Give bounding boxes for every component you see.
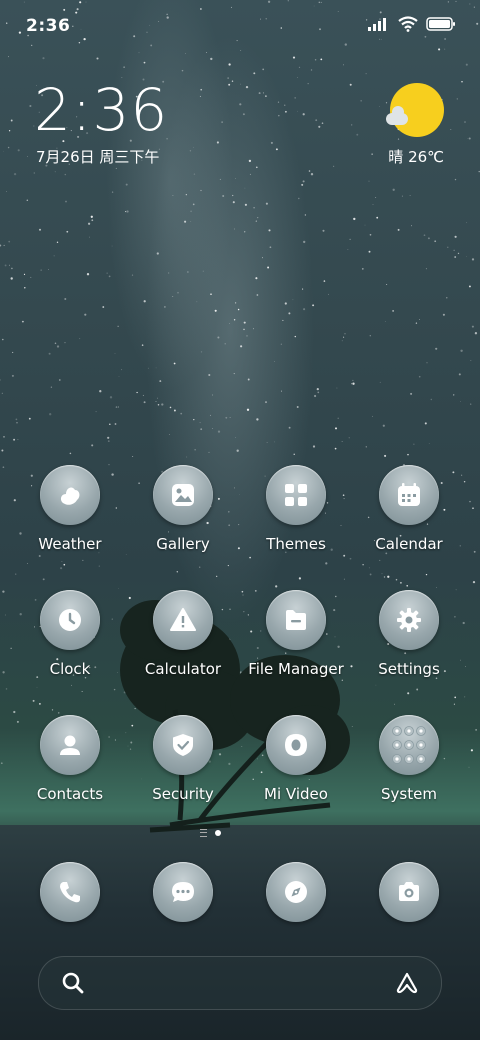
app-label: Calendar xyxy=(375,535,443,553)
search-icon[interactable] xyxy=(61,971,85,995)
app-label: Contacts xyxy=(36,785,104,803)
app-label: Weather xyxy=(38,535,102,553)
contacts-icon xyxy=(40,715,100,775)
themes-icon xyxy=(266,465,326,525)
security-icon xyxy=(153,715,213,775)
app-clock[interactable]: Clock xyxy=(15,590,125,678)
current-page-dot xyxy=(215,830,221,836)
mi-video-icon xyxy=(266,715,326,775)
battery-icon xyxy=(426,17,455,31)
app-gallery[interactable]: Gallery xyxy=(128,465,238,553)
dock-browser[interactable] xyxy=(241,862,351,922)
status-bar: 2:36 xyxy=(0,0,480,50)
clock-widget-date: 7月26日 周三下午 xyxy=(36,148,160,166)
camera-icon xyxy=(379,862,439,922)
app-label: Clock xyxy=(49,660,91,678)
calendar-icon xyxy=(379,465,439,525)
signal-icon xyxy=(368,18,386,31)
clock-icon xyxy=(40,590,100,650)
app-security[interactable]: Security xyxy=(128,715,238,803)
page-indicator[interactable] xyxy=(200,829,221,837)
file-manager-icon xyxy=(266,590,326,650)
dock-camera[interactable] xyxy=(354,862,464,922)
app-label: File Manager xyxy=(248,660,344,678)
browser-icon xyxy=(266,862,326,922)
app-label: Themes xyxy=(266,535,326,553)
app-calculator[interactable]: Calculator xyxy=(128,590,238,678)
assistant-icon[interactable] xyxy=(395,971,419,995)
weather-icon xyxy=(40,465,100,525)
wifi-icon xyxy=(398,16,418,32)
system-folder-icon xyxy=(379,715,439,775)
messages-icon xyxy=(153,862,213,922)
app-label: Calculator xyxy=(144,660,222,678)
dock-messages[interactable] xyxy=(128,862,238,922)
app-file-manager[interactable]: File Manager xyxy=(241,590,351,678)
settings-icon xyxy=(379,590,439,650)
app-mi-video[interactable]: Mi Video xyxy=(241,715,351,803)
dock-phone[interactable] xyxy=(15,862,125,922)
calculator-icon xyxy=(153,590,213,650)
search-bar[interactable] xyxy=(38,956,442,1010)
sunny-cloud-icon[interactable] xyxy=(386,83,444,137)
app-label: Mi Video xyxy=(264,785,328,803)
app-calendar[interactable]: Calendar xyxy=(354,465,464,553)
app-themes[interactable]: Themes xyxy=(241,465,351,553)
app-label: Settings xyxy=(378,660,440,678)
weather-widget-text: 晴 26℃ xyxy=(388,148,444,166)
phone-icon xyxy=(40,862,100,922)
gallery-icon xyxy=(153,465,213,525)
clock-widget-time[interactable]: 2:36 xyxy=(34,80,168,140)
app-contacts[interactable]: Contacts xyxy=(15,715,125,803)
app-drawer-indicator xyxy=(200,829,207,837)
status-time: 2:36 xyxy=(26,16,71,36)
app-settings[interactable]: Settings xyxy=(354,590,464,678)
app-weather[interactable]: Weather xyxy=(15,465,125,553)
app-label: System xyxy=(381,785,437,803)
app-label: Gallery xyxy=(156,535,210,553)
app-label: Security xyxy=(152,785,214,803)
app-system-folder[interactable]: System xyxy=(354,715,464,803)
